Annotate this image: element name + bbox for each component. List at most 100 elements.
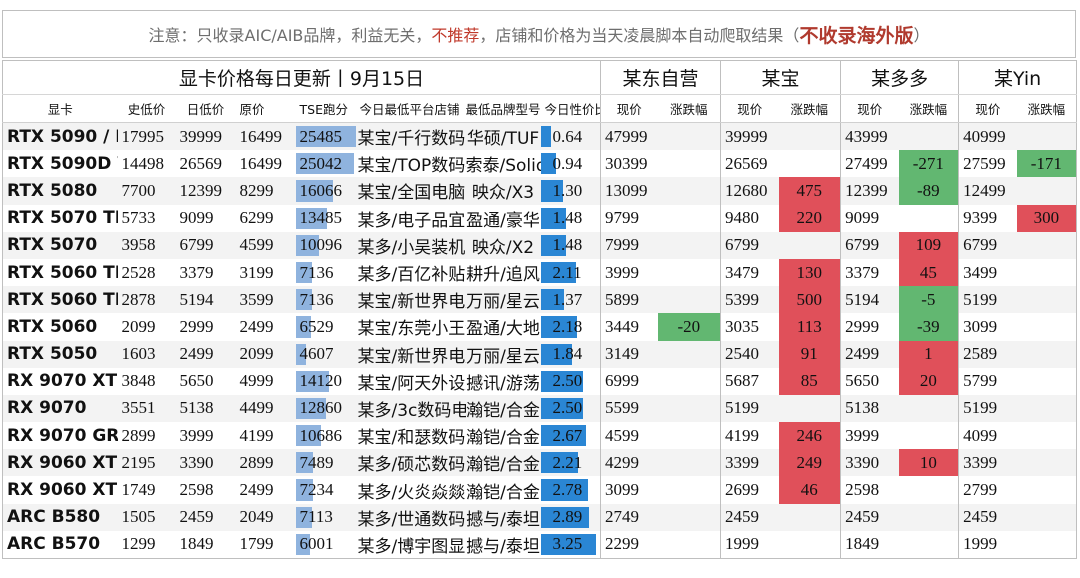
tse-score-value: 7113 [299,507,333,527]
hist-low-price: 1603 [117,340,176,368]
msrp-price: 16499 [235,122,296,151]
hist-low-price: 17995 [117,122,176,151]
value-ratio-value: 2.21 [552,452,583,472]
cheapest-brand: 万丽/星云 [465,286,541,314]
cheapest-brand: 撼与/泰坦 [465,503,541,531]
value-ratio-value: 1.48 [552,235,583,255]
pdd-change: -39 [898,313,959,341]
pdd-now-price: 1849 [840,530,899,559]
pdd-now-price: 3379 [840,258,899,287]
col-tse: TSE跑分 [295,94,356,123]
col-hist-low: 史低价 [117,94,176,123]
jd-now-price: 30399 [600,150,658,178]
value-ratio: 0.94 [540,150,601,177]
pdd-change: -271 [898,150,959,178]
col-jd-now: 现价 [600,94,658,123]
card-model: RTX 5090D V2 [2,150,118,178]
douyin-now-price: 9399 [958,204,1017,232]
table-row: RX 9060 XT 16GB2195339028997489某多/硕芯数码瀚铠… [2,449,1078,477]
value-ratio: 2.78 [540,476,601,503]
value-ratio-value: 2.67 [552,425,583,445]
tse-score: 13485 [295,205,356,232]
taobao-change [778,503,841,531]
platform-jd: 某东自营 [600,60,721,95]
col-msrp: 原价 [235,94,296,123]
card-model: RX 9060 XT 16GB [2,449,118,477]
taobao-now-price: 5687 [720,367,779,395]
tse-score: 7489 [295,449,356,477]
value-ratio-value: 1.48 [552,208,583,228]
table-row: ARC B5701299184917996001某多/博宇图显数撼与/泰坦3.2… [2,530,1078,559]
cheapest-shop: 某多/火炎焱燚数 [357,482,466,503]
jd-change [657,530,721,559]
hist-low-price: 2878 [117,286,176,314]
cheapest-brand: 瀚铠/合金 [466,482,540,503]
taobao-now-price: 9480 [720,204,779,232]
taobao-change: 220 [778,204,841,232]
douyin-change [1016,503,1078,531]
card-model: RTX 5080 [2,177,118,205]
value-ratio-value: 2.78 [552,480,583,500]
table-row: RTX 50501603249920994607某宝/新世界电脑万丽/星云1.8… [2,340,1078,368]
douyin-now-price: 5199 [958,394,1017,423]
douyin-change [1016,422,1078,450]
jd-now-price: 6999 [600,367,658,395]
douyin-now-price: 12499 [958,177,1017,205]
hist-low-price: 1505 [117,503,176,531]
tse-score: 7136 [295,286,356,314]
day-low-price: 2999 [179,316,214,336]
jd-now-price: 5899 [600,286,658,314]
cheapest-shop: 某多/3c数码电脑 [355,394,466,423]
tse-score: 25042 [295,150,356,177]
table-row: RTX 5090 / D17995399991649925485某宝/千行数码配… [2,122,1078,151]
card-model: RTX 5060 TI 8GB [2,258,118,287]
day-low-price: 3999 [179,425,214,445]
msrp-price: 2099 [235,340,296,368]
tse-score: 10686 [295,422,356,449]
msrp-price: 8299 [235,177,296,205]
jd-change [657,177,721,205]
value-ratio-value: 0.94 [552,153,583,173]
tse-score: 25485 [295,122,356,151]
cheapest-shop: 某宝/新世界电脑 [355,340,466,368]
pdd-change [899,476,959,503]
hist-low-price: 2899 [121,425,156,445]
jd-change [658,476,721,503]
taobao-now-price: 2459 [720,503,779,531]
douyin-change [1016,258,1078,287]
taobao-change: 85 [778,367,841,395]
value-ratio: 1.48 [540,231,601,259]
value-ratio-value: 2.50 [552,371,583,391]
jd-now-price: 4299 [600,449,658,477]
day-low-price: 9099 [179,208,214,228]
cheapest-shop: 某宝/阿天外设店 [357,373,466,394]
tse-score-value: 7136 [299,262,334,282]
pdd-now-price: 5138 [840,394,899,423]
jd-change: -20 [657,313,721,341]
day-low-price: 12399 [175,177,236,205]
value-ratio: 2.18 [540,313,601,340]
pdd-change [898,122,959,151]
value-ratio: 1.30 [540,177,601,205]
cheapest-brand: 索泰/Solid [465,156,541,177]
cheapest-brand: 盈通/大地 [466,319,540,340]
col-card: 显卡 [2,94,118,123]
day-low-price: 2499 [175,340,236,368]
price-sheet: 注意：只收录AIC/AIB品牌，利益无关， 不推荐 ，店铺和价格为当天凌晨脚本自动爬… [0,0,1080,578]
card-model: RX 9070 GRE [2,422,118,450]
card-model: RTX 5060 [2,313,118,341]
taobao-now-price: 6799 [720,231,779,259]
col-shop: 今日最低平台店铺 [355,94,466,123]
tse-score-value: 7234 [299,480,334,500]
hist-low-price: 7700 [117,177,176,205]
taobao-change: 113 [778,313,841,341]
col-dy-now: 现价 [958,94,1017,123]
taobao-change: 249 [778,449,841,477]
douyin-now-price: 40999 [958,122,1017,151]
notice-suffix: ） [913,26,930,45]
value-ratio-value: 0.64 [552,126,583,146]
jd-now-price: 5599 [600,394,658,423]
taobao-change [778,231,841,259]
taobao-now-price: 3399 [720,449,779,477]
cheapest-brand: 耕升/追风 [466,265,540,286]
